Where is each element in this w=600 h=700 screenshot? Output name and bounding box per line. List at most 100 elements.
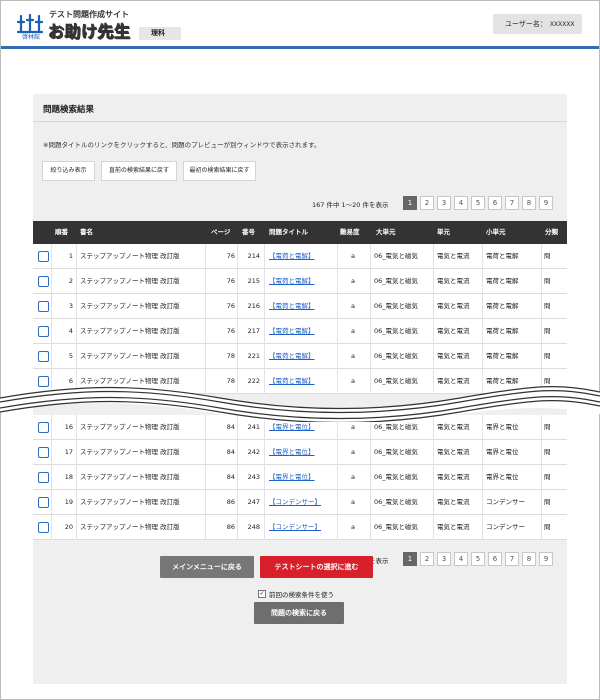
page-button[interactable]: 1 [403, 552, 417, 566]
col-header-major-unit[interactable]: 大単元 [376, 221, 396, 244]
question-title-link[interactable]: 【電界と電位】 [269, 448, 315, 456]
column-divider [433, 344, 434, 369]
question-title-link[interactable]: 【電荷と電解】 [269, 327, 315, 335]
page-button[interactable]: 8 [522, 196, 536, 210]
cell-category: 問 [544, 252, 551, 260]
user-info: ユーザー名： XXXXXX [493, 14, 582, 34]
row-checkbox[interactable] [38, 522, 49, 533]
column-divider [337, 440, 338, 465]
cell-major-unit: 06_電気と磁気 [374, 302, 419, 310]
page-button[interactable]: 1 [403, 196, 417, 210]
row-checkbox[interactable] [38, 447, 49, 458]
first-results-button[interactable]: 最初の検索結果に戻す [183, 161, 256, 181]
column-divider [337, 344, 338, 369]
site-title[interactable]: お助け先生 [48, 18, 131, 42]
cell-major-unit: 06_電気と磁気 [374, 352, 419, 360]
question-title-link[interactable]: 【電荷と電解】 [269, 252, 315, 260]
page-button[interactable]: 4 [454, 196, 468, 210]
column-divider [337, 490, 338, 515]
main-menu-button[interactable]: メインメニューに戻る [160, 556, 254, 578]
page-button[interactable]: 3 [437, 552, 451, 566]
page-button[interactable]: 6 [488, 552, 502, 566]
column-divider [482, 465, 483, 490]
col-header-number[interactable]: 番号 [242, 221, 255, 244]
page-button[interactable]: 2 [420, 552, 434, 566]
proceed-test-sheet-button[interactable]: テストシートの選択に進む [260, 556, 373, 578]
row-checkbox[interactable] [38, 251, 49, 262]
page-button[interactable]: 5 [471, 552, 485, 566]
column-divider [237, 294, 238, 319]
cell-order: 3 [68, 302, 73, 310]
row-checkbox[interactable] [38, 422, 49, 433]
question-title-link[interactable]: 【電界と電位】 [269, 423, 315, 431]
cell-difficulty: a [351, 327, 355, 335]
row-checkbox[interactable] [38, 472, 49, 483]
column-divider [237, 465, 238, 490]
page-button[interactable]: 3 [437, 196, 451, 210]
column-divider [337, 294, 338, 319]
reuse-conditions-checkbox[interactable]: ✓ [258, 590, 266, 598]
cell-page: 76 [226, 252, 235, 260]
question-title-link[interactable]: 【コンデンサー】 [269, 498, 321, 506]
cell-number: 216 [247, 302, 260, 310]
question-title-link[interactable]: 【電界と電位】 [269, 473, 315, 481]
col-header-minor-unit[interactable]: 小単元 [486, 221, 506, 244]
previous-results-button[interactable]: 直前の検索結果に戻す [101, 161, 177, 181]
col-header-difficulty[interactable]: 難易度 [340, 221, 360, 244]
filter-display-button[interactable]: 絞り込み表示 [42, 161, 95, 181]
cell-book: ステップアップノート物理 改訂版 [80, 302, 180, 310]
cell-book: ステップアップノート物理 改訂版 [80, 448, 180, 456]
site-header: 啓林館 テスト問題作成サイト お助け先生 理科 ユーザー名： XXXXXX [1, 1, 599, 46]
column-divider [76, 319, 77, 344]
cell-title: 【電荷と電解】 [269, 294, 335, 319]
col-header-order[interactable]: 順番 [55, 221, 68, 244]
page-button[interactable]: 9 [539, 196, 553, 210]
column-divider [482, 490, 483, 515]
cell-order: 2 [68, 277, 73, 285]
row-checkbox[interactable] [38, 301, 49, 312]
cell-minor-unit: 電界と電位 [486, 448, 519, 456]
column-divider [264, 515, 265, 540]
column-divider [237, 269, 238, 294]
back-to-search-button[interactable]: 問題の検索に戻る [254, 602, 344, 624]
question-title-link[interactable]: 【電荷と電解】 [269, 302, 315, 310]
col-header-book[interactable]: 書名 [80, 221, 93, 244]
question-title-link[interactable]: 【コンデンサー】 [269, 523, 321, 531]
cell-major-unit: 06_電気と磁気 [374, 498, 419, 506]
col-header-category[interactable]: 分類 [545, 221, 558, 244]
page-button[interactable]: 7 [505, 196, 519, 210]
col-header-page[interactable]: ページ [211, 221, 230, 244]
cell-order: 17 [64, 448, 73, 456]
column-divider [370, 344, 371, 369]
page-button[interactable]: 6 [488, 196, 502, 210]
page-button[interactable]: 9 [539, 552, 553, 566]
panel-title: 問題検索結果 [43, 105, 95, 115]
row-checkbox[interactable] [38, 351, 49, 362]
question-title-link[interactable]: 【電荷と電解】 [269, 352, 315, 360]
page-button[interactable]: 7 [505, 552, 519, 566]
row-checkbox[interactable] [38, 276, 49, 287]
results-table-header: 順番 書名 ページ 番号 問題タイトル 難易度 大単元 単元 小単元 分類 [33, 221, 567, 244]
reuse-conditions-label: 前回の検索条件を使う [269, 591, 334, 599]
row-checkbox[interactable] [38, 326, 49, 337]
cell-order: 4 [68, 327, 73, 335]
row-checkbox[interactable] [38, 497, 49, 508]
cell-title: 【コンデンサー】 [269, 515, 335, 540]
cell-order: 19 [64, 498, 73, 506]
cell-number: 243 [247, 473, 260, 481]
page-button[interactable]: 2 [420, 196, 434, 210]
column-divider [76, 440, 77, 465]
cell-unit: 電気と電流 [437, 523, 470, 531]
col-header-unit[interactable]: 単元 [437, 221, 450, 244]
page-button[interactable]: 4 [454, 552, 468, 566]
page-button[interactable]: 8 [522, 552, 536, 566]
question-title-link[interactable]: 【電荷と電解】 [269, 277, 315, 285]
column-divider [541, 269, 542, 294]
column-divider [264, 465, 265, 490]
col-header-title[interactable]: 問題タイトル [269, 221, 308, 244]
cell-unit: 電気と電流 [437, 352, 470, 360]
page-button[interactable]: 5 [471, 196, 485, 210]
column-divider [264, 490, 265, 515]
cell-page: 86 [226, 523, 235, 531]
cell-number: 215 [247, 277, 260, 285]
